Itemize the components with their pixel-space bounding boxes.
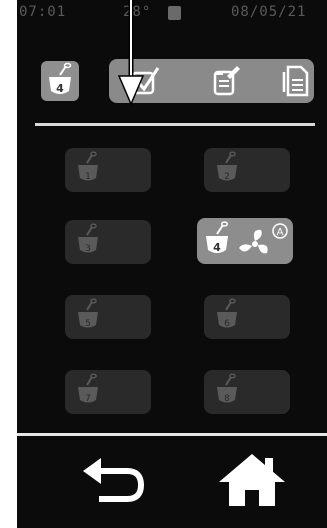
- date-readout: 08/05/21: [231, 4, 307, 20]
- current-program-indicator[interactable]: 4: [41, 61, 79, 101]
- svg-text:8: 8: [224, 394, 230, 404]
- current-program-number: 4: [56, 82, 64, 95]
- device-screen: 07:01 28° 08/05/21 4 1 2 3 4 A 5 6 7 8: [17, 0, 327, 528]
- bowl-whisk-icon: 7: [78, 373, 98, 404]
- bowl-whisk-icon: 4: [206, 221, 229, 254]
- svg-text:7: 7: [85, 394, 91, 404]
- program-button-3[interactable]: 3: [65, 220, 151, 264]
- bowl-whisk-icon: 1: [78, 151, 98, 182]
- bowl-whisk-icon: 2: [217, 151, 237, 182]
- bowl-whisk-icon: 8: [217, 373, 237, 404]
- back-arrow-icon[interactable]: [79, 455, 149, 505]
- status-bar: 07:01 28° 08/05/21: [17, 0, 327, 26]
- program-button-4-selected[interactable]: 4 A: [197, 218, 293, 264]
- svg-text:6: 6: [224, 319, 230, 329]
- program-button-1[interactable]: 1: [65, 148, 151, 192]
- document-icon[interactable]: [279, 64, 313, 98]
- program-button-6[interactable]: 6: [204, 295, 290, 339]
- auto-mode-badge: A: [272, 223, 288, 239]
- bowl-whisk-icon: 6: [217, 298, 237, 329]
- bowl-whisk-icon: 5: [78, 298, 98, 329]
- svg-text:1: 1: [85, 172, 91, 182]
- fan-icon: [239, 229, 268, 254]
- clock-time: 07:01: [19, 4, 67, 20]
- program-button-2[interactable]: 2: [204, 148, 290, 192]
- svg-text:4: 4: [213, 241, 221, 254]
- home-icon[interactable]: [217, 452, 287, 508]
- svg-text:3: 3: [85, 244, 91, 254]
- program-button-5[interactable]: 5: [65, 295, 151, 339]
- pointer-arrow-icon: [117, 0, 145, 106]
- edit-note-icon[interactable]: [209, 64, 243, 98]
- header-divider: [35, 123, 315, 126]
- svg-text:A: A: [277, 227, 284, 238]
- svg-text:2: 2: [224, 172, 230, 182]
- bowl-whisk-icon: 3: [78, 223, 98, 254]
- svg-text:5: 5: [85, 319, 91, 329]
- bowl-whisk-icon: 4: [49, 62, 72, 95]
- footer-divider: [17, 433, 327, 436]
- apple-icon: [168, 6, 181, 20]
- program-button-8[interactable]: 8: [204, 370, 290, 414]
- program-button-7[interactable]: 7: [65, 370, 151, 414]
